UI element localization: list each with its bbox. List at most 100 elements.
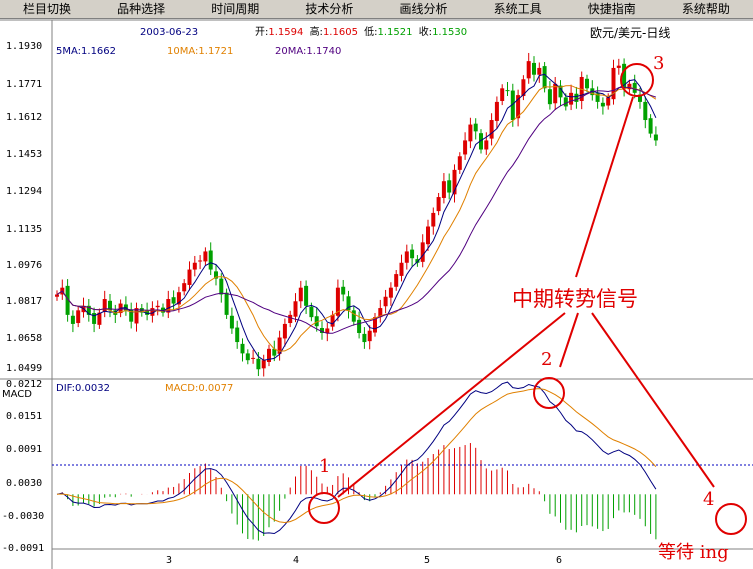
candle-down xyxy=(309,306,314,318)
candle-up xyxy=(441,181,446,198)
candle-up xyxy=(420,242,425,262)
price-tick: 1.1294 xyxy=(6,186,42,197)
candle-down xyxy=(70,315,75,324)
menu-product-select[interactable]: 品种选择 xyxy=(94,0,188,18)
candle-down xyxy=(357,319,362,333)
candle-up xyxy=(293,301,298,317)
x-tick: 5 xyxy=(424,555,430,566)
menu-column-switch[interactable]: 栏目切换 xyxy=(0,0,94,18)
candle-down xyxy=(648,118,653,134)
candle-down xyxy=(362,333,367,343)
menu-quick-guide[interactable]: 快捷指南 xyxy=(565,0,659,18)
candle-down xyxy=(256,358,261,370)
menu-technical-analysis[interactable]: 技术分析 xyxy=(282,0,376,18)
annotation-circle-2 xyxy=(533,377,565,409)
candle-up xyxy=(325,328,330,333)
candle-up xyxy=(76,310,81,324)
price-tick: 1.0499 xyxy=(6,363,42,374)
macd-tick: 0.0212 xyxy=(6,379,42,390)
candle-up xyxy=(526,61,531,79)
candle-up xyxy=(484,140,489,150)
annotation-label-4: 4 xyxy=(703,489,714,510)
price-y-ticks: 1.1930 1.1771 1.1612 1.1453 1.1294 1.113… xyxy=(6,41,42,374)
macd-tick: -0.0030 xyxy=(2,511,44,522)
candle-up xyxy=(431,212,436,227)
candle-up xyxy=(298,287,303,302)
macd-tick: 0.0151 xyxy=(6,411,42,422)
macd-y-ticks: 0.0212 0.0151 0.0091 0.0030 -0.0030 -0.0… xyxy=(2,379,44,554)
candle-up xyxy=(457,156,462,170)
candle-up xyxy=(261,360,266,369)
candle-up xyxy=(198,260,203,262)
candle-down xyxy=(304,285,309,306)
candle-up xyxy=(182,283,187,292)
ma10-legend: 10MA:1.1721 xyxy=(167,46,233,57)
annotation-label-3: 3 xyxy=(653,53,664,74)
macd-legend: MACD:0.0077 xyxy=(165,383,233,394)
dif-legend: DIF:0.0032 xyxy=(56,383,110,394)
candle-down xyxy=(224,292,229,315)
candle-down xyxy=(473,123,478,132)
annotation-circle-4 xyxy=(715,503,747,535)
candle-up xyxy=(606,97,611,106)
x-tick: 6 xyxy=(556,555,562,566)
candle-down xyxy=(240,343,245,354)
menu-system-tools[interactable]: 系统工具 xyxy=(471,0,565,18)
candle-up xyxy=(383,296,388,307)
candle-up xyxy=(288,314,293,324)
chart-application: 栏目切换 品种选择 时间周期 技术分析 画线分析 系统工具 快捷指南 系统帮助 … xyxy=(0,0,753,569)
candle-down xyxy=(653,134,658,141)
candle-down xyxy=(351,310,356,322)
candle-up xyxy=(155,305,160,308)
annotation-arrow-line xyxy=(337,312,566,498)
ma5-legend: 5MA:1.1662 xyxy=(56,46,116,57)
candle-up xyxy=(463,140,468,155)
candle-up xyxy=(187,269,192,285)
menu-time-period[interactable]: 时间周期 xyxy=(188,0,282,18)
candle-down xyxy=(600,102,605,107)
candle-down xyxy=(171,297,176,304)
candle-up xyxy=(426,226,430,245)
candle-down xyxy=(542,66,547,89)
candle-up xyxy=(399,262,404,276)
candle-down xyxy=(410,249,415,259)
menu-system-help[interactable]: 系统帮助 xyxy=(659,0,753,18)
candle-up xyxy=(537,67,542,75)
candle-up xyxy=(436,197,441,212)
chart-area[interactable]: 2003-06-23 开:1.1594 高:1.1605 低:1.1521 收:… xyxy=(0,19,753,569)
candle-up xyxy=(494,101,499,121)
candle-down xyxy=(574,93,579,102)
candle-down xyxy=(447,180,452,193)
candle-up xyxy=(192,262,197,270)
annotation-arrow-line xyxy=(559,312,579,368)
candle-down xyxy=(208,250,213,270)
candle-up xyxy=(388,287,393,298)
macd-axis-label: MACD xyxy=(2,389,32,400)
annotation-label-2: 2 xyxy=(541,349,552,370)
macd-tick: 0.0091 xyxy=(6,444,42,455)
price-tick: 1.1453 xyxy=(6,149,42,160)
ma20-legend: 20MA:1.1740 xyxy=(275,46,341,57)
candle-down xyxy=(505,90,510,92)
price-tick: 1.1930 xyxy=(6,41,42,52)
candle-down xyxy=(341,286,346,295)
candle-up xyxy=(203,251,208,262)
candle-up xyxy=(282,323,287,339)
candle-up xyxy=(55,294,59,297)
ohlc-readout: 开:1.1594 高:1.1605 低:1.1521 收:1.1530 xyxy=(255,25,467,38)
annotation-title: 中期转势信号 xyxy=(512,287,638,311)
annotation-arrow-line xyxy=(575,96,634,278)
candle-down xyxy=(245,353,250,361)
price-tick: 1.1612 xyxy=(6,112,42,123)
candle-up xyxy=(500,88,505,101)
menu-drawing-analysis[interactable]: 画线分析 xyxy=(377,0,471,18)
candle-up xyxy=(251,357,256,359)
candle-down xyxy=(219,278,224,295)
candlesticks xyxy=(55,52,658,377)
candle-up xyxy=(367,330,372,342)
x-tick: 4 xyxy=(293,555,299,566)
candle-up xyxy=(394,274,399,287)
current-date: 2003-06-23 xyxy=(140,27,198,38)
candle-up xyxy=(489,120,494,139)
candle-down xyxy=(235,327,240,343)
